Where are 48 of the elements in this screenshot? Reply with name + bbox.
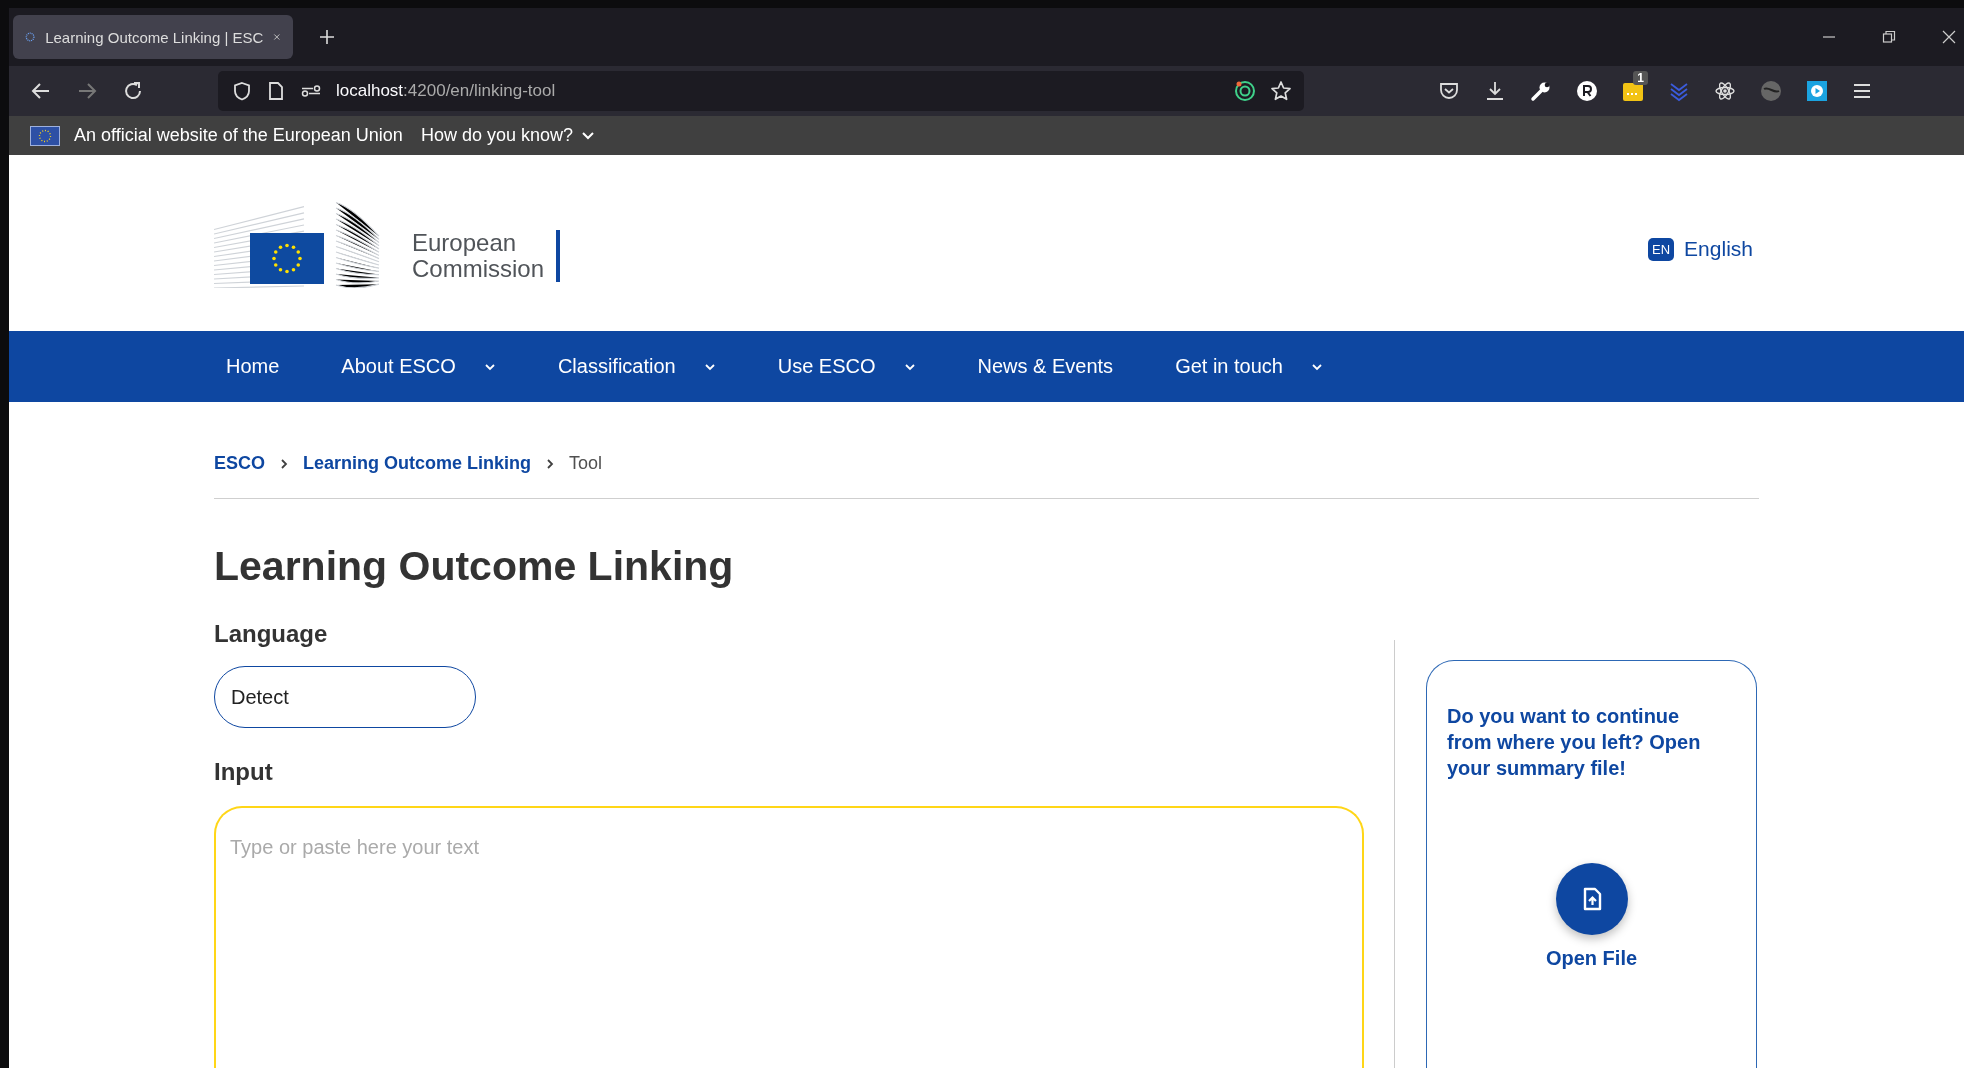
download-icon[interactable] [1484,80,1506,102]
chevrons-icon[interactable] [1668,80,1690,102]
nav-item[interactable]: Get in touch [1163,342,1335,391]
chevron-right-icon [545,457,556,470]
browser-tab[interactable]: Learning Outcome Linking | ESC [13,15,293,59]
chevron-down-icon [581,130,595,141]
page-title: Learning Outcome Linking [214,543,735,590]
language-label: Language [214,620,329,648]
nav-item[interactable]: About ESCO [329,342,508,391]
star-icon[interactable] [1270,80,1292,102]
language-selector[interactable]: EN English [1642,236,1759,262]
open-file-link[interactable]: Open File [1545,947,1638,970]
breadcrumb-link[interactable]: Learning Outcome Linking [303,453,532,474]
atom-icon[interactable] [1714,80,1736,102]
play-icon[interactable] [1806,80,1828,102]
breadcrumb-current: Tool [569,453,603,474]
open-file-button[interactable] [1555,863,1628,935]
wrench-icon[interactable] [1530,80,1552,102]
input-label: Input [214,758,274,786]
nav-item[interactable]: News & Events [965,342,1126,391]
url-text: localhost:4200/en/linking-tool [336,81,556,101]
new-tab-icon[interactable] [319,29,335,45]
page-icon[interactable] [266,81,286,101]
close-icon[interactable] [1942,30,1956,44]
eu-flag-icon [30,125,60,146]
chevron-right-icon [279,457,289,470]
menu-icon[interactable] [1852,81,1872,101]
nav-item[interactable]: Classification [545,342,728,391]
letter-r-icon[interactable] [1576,80,1598,102]
target-icon[interactable] [1234,80,1256,102]
pocket-icon[interactable] [1438,80,1460,102]
extension-icon[interactable] [1622,80,1644,102]
how-do-you-know-link[interactable]: How do you know? [420,125,595,146]
reload-icon[interactable] [122,80,144,102]
breadcrumb-link[interactable]: ESCO [214,453,265,474]
text-input-area[interactable]: Type or paste here your text [214,806,1364,1068]
official-website-text: An official website of the European Union [74,125,403,146]
globe-icon[interactable] [1760,80,1782,102]
notification-badge: 1 [1633,71,1648,85]
continue-prompt-text: Do you want to continue from where you left? Open your summary file! [1447,704,1702,781]
file-upload-icon [1581,887,1602,911]
address-bar[interactable]: localhost:4200/en/linking-tool [218,71,1304,111]
nav-item[interactable]: Home [214,342,292,391]
restore-icon[interactable] [1882,30,1896,44]
nav-item[interactable]: Use ESCO [765,342,928,391]
logo-text: European Commission [412,229,545,284]
language-field[interactable]: Detect [214,666,476,728]
shield-icon[interactable] [232,81,252,101]
